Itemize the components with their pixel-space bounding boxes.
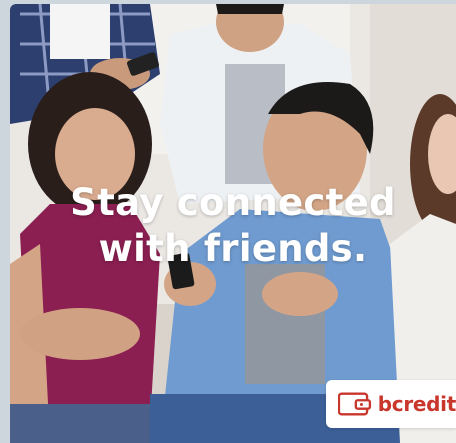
brand-badge[interactable]: bcredit xyxy=(326,380,456,428)
headline-line-2: with friends. xyxy=(98,227,368,270)
wallet-icon xyxy=(338,392,372,416)
headline-line-1: Stay connected xyxy=(70,181,396,224)
headline: Stay connected with friends. xyxy=(10,180,456,272)
ad-card[interactable]: Stay connected with friends. bcredit xyxy=(10,4,456,443)
ad-frame: Stay connected with friends. bcredit xyxy=(0,0,456,443)
brand-name: bcredit xyxy=(377,392,456,416)
